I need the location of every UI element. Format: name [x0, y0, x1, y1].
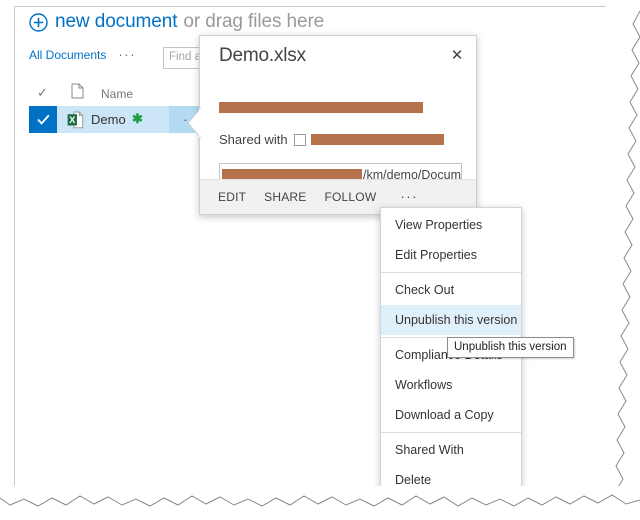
menu-item-delete[interactable]: Delete [381, 465, 521, 495]
column-header-name[interactable]: Name [101, 87, 133, 101]
follow-button[interactable]: FOLLOW [324, 190, 376, 204]
view-more-ellipsis[interactable]: ··· [118, 48, 136, 61]
menu-item-unpublish-this-version[interactable]: Unpublish this version [381, 305, 521, 335]
document-callout: ✕ Demo.xlsx Shared with /km/demo/Docum E… [187, 35, 477, 215]
excel-file-icon: X [67, 111, 84, 134]
menu-item-check-out[interactable]: Check Out [381, 275, 521, 305]
document-type-icon [71, 83, 84, 104]
menu-item-edit-properties[interactable]: Edit Properties [381, 240, 521, 270]
callout-beak-pointer [187, 106, 202, 140]
tooltip-unpublish-this-version: Unpublish this version [447, 337, 574, 358]
new-document-link[interactable]: new document [55, 11, 177, 33]
menu-item-view-properties[interactable]: View Properties [381, 210, 521, 240]
callout-title: Demo.xlsx [219, 45, 306, 66]
menu-item-download-a-copy[interactable]: Download a Copy [381, 400, 521, 430]
drag-files-hint: or drag files here [183, 11, 325, 32]
plus-circle-icon[interactable] [29, 12, 48, 32]
share-button[interactable]: SHARE [264, 190, 306, 204]
current-view-link[interactable]: All Documents [29, 48, 106, 62]
select-all-check-icon[interactable]: ✓ [37, 85, 48, 101]
row-selected-checkbox[interactable] [29, 106, 57, 133]
close-icon[interactable]: ✕ [448, 46, 466, 64]
redaction-bar-shared-with [310, 134, 444, 145]
redaction-bar-changed-by [219, 102, 423, 113]
shared-with-label: Shared with [219, 132, 288, 147]
menu-item-workflows[interactable]: Workflows [381, 370, 521, 400]
shared-with-line: Shared with [219, 132, 444, 147]
menu-separator [381, 432, 521, 433]
callout-more-ellipsis-button[interactable]: ··· [400, 190, 418, 203]
changed-by-line [219, 102, 423, 113]
menu-separator [381, 272, 521, 273]
menu-item-shared-with[interactable]: Shared With [381, 435, 521, 465]
edit-button[interactable]: EDIT [218, 190, 246, 204]
row-file-name[interactable]: Demo [91, 112, 126, 127]
new-document-bar: new document or drag files here [29, 11, 324, 33]
new-item-badge-icon: ✱ [132, 111, 143, 126]
shared-with-checkbox-icon [293, 133, 306, 146]
screenshot-page: new document or drag files here All Docu… [14, 6, 614, 502]
view-selector-bar: All Documents ··· [29, 48, 136, 62]
svg-text:X: X [69, 115, 75, 125]
